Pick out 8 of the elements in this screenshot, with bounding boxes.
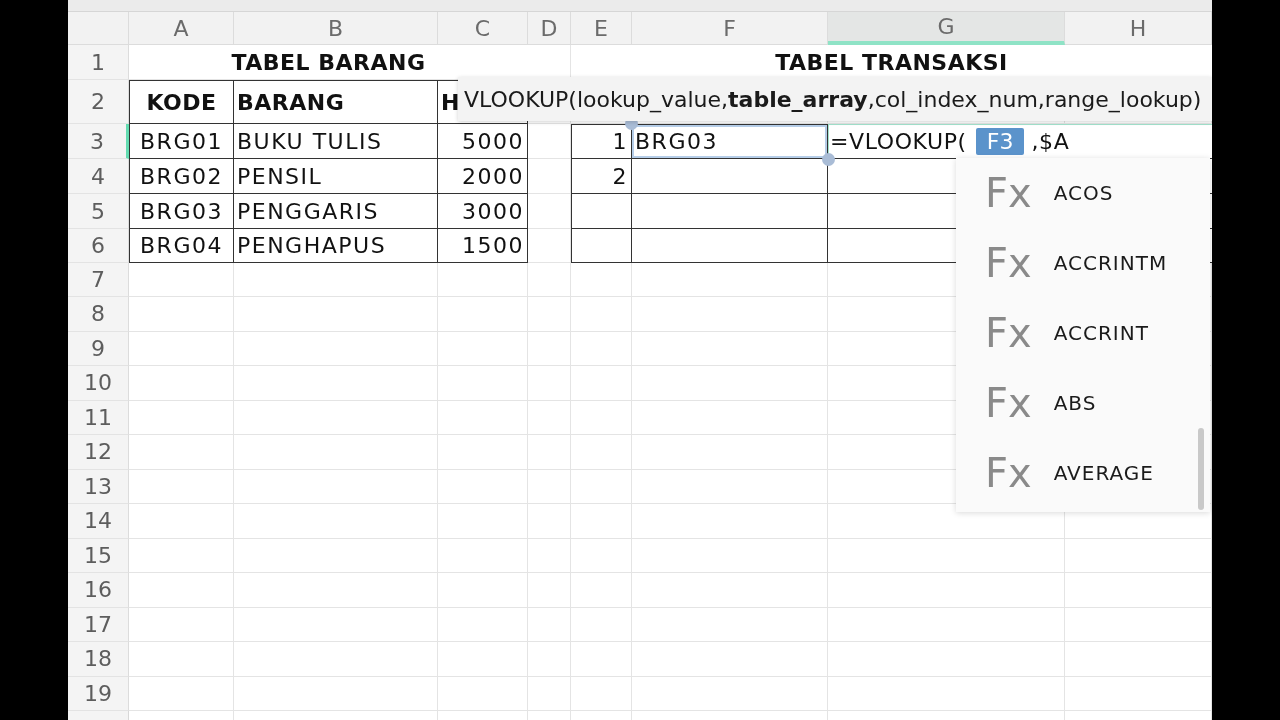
formula-text: =VLOOKUP( bbox=[830, 129, 967, 154]
function-icon: Fx bbox=[985, 173, 1032, 213]
function-icon: Fx bbox=[985, 313, 1032, 353]
formula-text: ,$A bbox=[1031, 129, 1070, 154]
function-icon: Fx bbox=[985, 383, 1032, 423]
formula-hint-tooltip: VLOOKUP(lookup_value,table_array,col_index_num,range_lookup) bbox=[458, 77, 1212, 121]
function-icon: Fx bbox=[985, 243, 1032, 283]
function-icon: Fx bbox=[985, 453, 1032, 493]
